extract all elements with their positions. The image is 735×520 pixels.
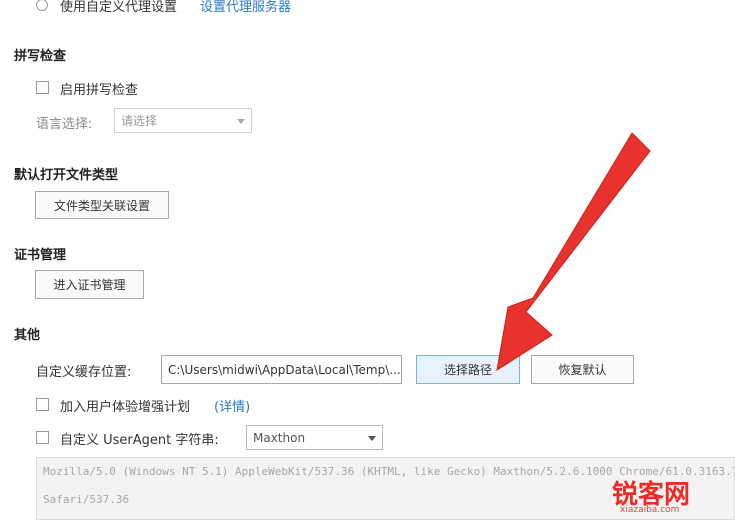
watermark-sub: xiazaiba.com: [620, 505, 680, 515]
annotation-arrow: [496, 132, 651, 372]
arrow-shape: [496, 132, 651, 372]
